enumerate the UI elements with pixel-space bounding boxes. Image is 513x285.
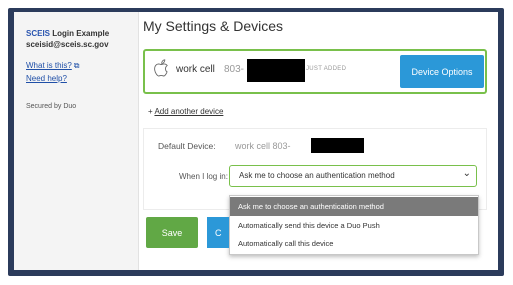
chevron-down-icon: ⌄ [462,168,471,179]
user-email: sceisid@sceis.sc.gov [26,40,109,49]
save-button[interactable]: Save [146,217,198,248]
device-status: JUST ADDED [306,66,347,72]
dropdown-option[interactable]: Ask me to choose an authentication metho… [230,197,478,216]
page-title: My Settings & Devices [143,18,284,34]
redaction-bar [247,59,305,82]
dropdown-option[interactable]: Automatically call this device [230,234,478,253]
add-device-link[interactable]: + Add another device [148,107,223,116]
login-method-select[interactable]: Ask me to choose an authentication metho… [229,165,477,187]
dropdown-option[interactable]: Automatically send this device a Duo Pus… [230,216,478,235]
select-value: Ask me to choose an authentication metho… [239,171,395,180]
default-device-value: work cell 803- [235,141,291,151]
whats-this-label: What is this? [26,61,72,70]
whats-this-link[interactable]: What is this? ⧉ [26,61,80,71]
sidebar: SCEIS Login Example sceisid@sceis.sc.gov… [14,12,139,270]
apple-icon [154,59,168,77]
when-i-log-in-label: When I log in: [179,172,228,181]
org-name-rest: Login Example [50,29,110,38]
device-card: work cell 803- JUST ADDED Device Options [143,49,487,94]
default-device-label: Default Device: [158,141,216,151]
device-name: work cell [176,64,215,75]
redaction-bar [311,138,364,153]
org-brand: SCEIS [26,29,51,38]
external-link-icon: ⧉ [73,61,80,70]
cancel-button[interactable]: C [207,217,229,248]
device-options-button[interactable]: Device Options [400,55,484,88]
add-device-label: Add another device [154,107,224,116]
login-method-dropdown: Ask me to choose an authentication metho… [229,195,479,255]
org-name: SCEIS Login Example [26,28,109,39]
secured-by-text: Secured by Duo [26,103,77,110]
device-number: 803- [224,64,245,75]
need-help-link[interactable]: Need help? [26,74,67,83]
